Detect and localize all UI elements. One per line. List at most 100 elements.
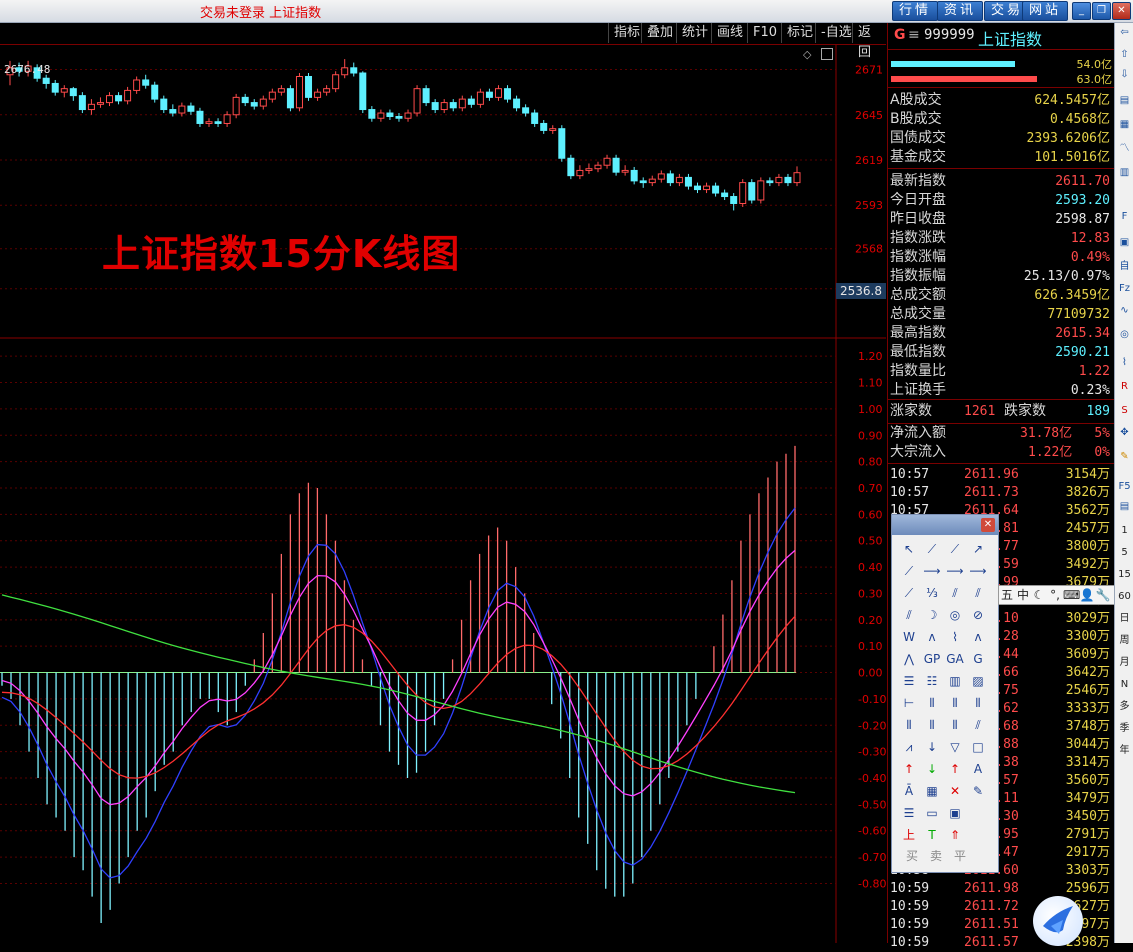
draw-tool-icon[interactable]: ⫴	[967, 693, 989, 713]
period-5[interactable]: 周	[1117, 633, 1132, 648]
draw-tool-icon[interactable]: ⩘	[898, 737, 920, 757]
draw-tool-icon[interactable]: GP	[921, 649, 943, 669]
period-2[interactable]: 15	[1117, 567, 1132, 582]
draw-tool-icon[interactable]: ⟶	[967, 561, 989, 581]
draw-tool-icon[interactable]: ⫴	[944, 693, 966, 713]
draw-tool-icon[interactable]: ☰	[898, 803, 920, 823]
chart-icon[interactable]: ▦	[1117, 117, 1132, 132]
tool-remove-favorite[interactable]: -自选	[815, 23, 857, 43]
draw-tool-icon[interactable]: ✕	[944, 781, 966, 801]
ime-punct-icon[interactable]: °,	[1047, 586, 1063, 604]
draw-tool-icon[interactable]: ⟋	[944, 539, 966, 559]
draw-tool-icon[interactable]: ⟋	[898, 561, 920, 581]
palette-flat-label[interactable]: 平	[954, 847, 966, 864]
draw-tool-icon[interactable]: ⫽	[967, 715, 989, 735]
draw-tool-icon[interactable]: ʌ	[921, 627, 943, 647]
draw-tool-icon[interactable]: ⟶	[944, 561, 966, 581]
restore-icon[interactable]: ❐	[1092, 2, 1111, 20]
period-1[interactable]: 5	[1117, 545, 1132, 560]
palette-titlebar[interactable]: ✕	[892, 515, 998, 535]
tool-f10[interactable]: F10	[747, 23, 782, 43]
rsi-icon[interactable]: R	[1117, 379, 1132, 394]
draw-tool-icon[interactable]: GA	[944, 649, 966, 669]
palette-sell-label[interactable]: 卖	[930, 847, 942, 864]
draw-tool-icon[interactable]: ✎	[967, 781, 989, 801]
draw-tool-icon[interactable]: ☷	[921, 671, 943, 691]
menu-button-news[interactable]: 资讯	[937, 1, 984, 21]
drawing-tools-palette[interactable]: ✕ ↖ ⟋ ⟋ ↗ ⟋ ⟶ ⟶ ⟶ ⟋ ⅓ ⫽ ⫽ ⫽ ☽ ◎ ⊘ Wʌ ⌇ ᴧ ⋀ GP GA G ☰ ☷ ▥ ▨ ⊢ ⫴ ⫴ ⫴ ⫴ ⫴ ⫴ ⫽…	[891, 514, 999, 873]
kline-icon[interactable]: ▥	[1117, 165, 1132, 180]
arrow-left-icon[interactable]: ⇦	[1117, 25, 1132, 40]
draw-tool-icon[interactable]: ↖	[898, 539, 920, 559]
draw-tool-icon[interactable]: ⫴	[921, 715, 943, 735]
draw-tool-icon[interactable]: ⫽	[898, 605, 920, 625]
assistant-bird-icon[interactable]	[1033, 896, 1083, 946]
draw-tool-icon[interactable]: ⇑	[944, 825, 966, 845]
wave-icon[interactable]: ∿	[1117, 303, 1132, 318]
palette-buy-label[interactable]: 买	[906, 847, 918, 864]
fz-icon[interactable]: Fz	[1117, 281, 1132, 296]
draw-tool-icon[interactable]: □	[967, 737, 989, 757]
draw-tool-icon[interactable]: ↑	[944, 759, 966, 779]
ime-keyboard-icon[interactable]: ⌨	[1063, 586, 1080, 604]
draw-tool-icon[interactable]: A	[967, 759, 989, 779]
draw-tool-icon[interactable]: ▨	[967, 671, 989, 691]
draw-tool-icon[interactable]: ▽	[944, 737, 966, 757]
kline-chart[interactable]: 2671 2645 2619 2593 2568 1.20 1.10 1.00 0.90 0.80…	[0, 45, 886, 943]
draw-tool-icon[interactable]: W	[898, 627, 920, 647]
draw-tool-icon[interactable]: ᴧ	[967, 627, 989, 647]
tool-mark[interactable]: 标记	[781, 23, 818, 43]
pencil-icon[interactable]: ✎	[1117, 449, 1132, 464]
trend-icon[interactable]: ⌇	[1117, 355, 1132, 370]
draw-tool-icon[interactable]: ⟶	[921, 561, 943, 581]
close-icon[interactable]: ✕	[1112, 2, 1131, 20]
tool-overlay[interactable]: 叠加	[641, 23, 678, 43]
period-0[interactable]: 1	[1117, 523, 1132, 538]
menu-icon[interactable]: ≡	[908, 27, 920, 43]
draw-tool-icon[interactable]: ⟋	[921, 539, 943, 559]
period-3[interactable]: 60	[1117, 589, 1132, 604]
f10-icon[interactable]: F	[1117, 209, 1132, 224]
tool-indicator[interactable]: 指标	[608, 23, 645, 43]
draw-tool-icon[interactable]: ⋀	[898, 649, 920, 669]
period-7[interactable]: N	[1117, 677, 1132, 692]
arrow-up-icon[interactable]: ⇧	[1117, 47, 1132, 62]
draw-tool-icon[interactable]: ⊢	[898, 693, 920, 713]
draw-tool-icon[interactable]: ◎	[944, 605, 966, 625]
s-icon[interactable]: S	[1117, 403, 1132, 418]
draw-tool-icon[interactable]: ☽	[921, 605, 943, 625]
list-icon[interactable]: ▤	[1117, 93, 1132, 108]
ime-user-icon[interactable]: 👤	[1079, 586, 1095, 604]
period-4[interactable]: 日	[1117, 611, 1132, 626]
draw-tool-icon[interactable]: ↓	[921, 737, 943, 757]
draw-tool-icon[interactable]: ⅓	[921, 583, 943, 603]
menu-button-website[interactable]: 网站	[1022, 1, 1069, 21]
draw-tool-icon[interactable]: ⌇	[944, 627, 966, 647]
draw-tool-icon[interactable]: ⫴	[898, 715, 920, 735]
ime-tool-icon[interactable]: 🔧	[1095, 586, 1111, 604]
menu-button-market[interactable]: 行情	[892, 1, 939, 21]
draw-tool-icon[interactable]: G	[967, 649, 989, 669]
search-icon[interactable]: ◎	[1117, 327, 1132, 342]
draw-tool-icon[interactable]: Ā	[898, 781, 920, 801]
draw-tool-icon[interactable]: ▥	[944, 671, 966, 691]
ime-toolbar[interactable]: 五中 ☾ °, ⌨👤🔧	[998, 585, 1133, 605]
tool-statistics[interactable]: 统计	[676, 23, 713, 43]
diamond-icon[interactable]: ◇	[803, 48, 811, 61]
draw-tool-icon[interactable]: ⫴	[944, 715, 966, 735]
ime-chinese-icon[interactable]: 中	[1015, 586, 1031, 604]
palette-close-icon[interactable]: ✕	[981, 518, 995, 532]
period-8[interactable]: 多	[1117, 699, 1132, 714]
doc-icon[interactable]: ▣	[1117, 235, 1132, 250]
ime-wubi-icon[interactable]: 五	[999, 586, 1015, 604]
draw-tool-icon[interactable]: 上	[898, 825, 920, 845]
tool-draw-line[interactable]: 画线	[711, 23, 748, 43]
news-icon[interactable]: 自	[1117, 259, 1132, 274]
draw-tool-icon[interactable]: ↓	[921, 759, 943, 779]
draw-tool-icon[interactable]: ⫴	[921, 693, 943, 713]
draw-tool-icon[interactable]: ↑	[898, 759, 920, 779]
period-10[interactable]: 年	[1117, 743, 1132, 758]
move-icon[interactable]: ✥	[1117, 425, 1132, 440]
period-9[interactable]: 季	[1117, 721, 1132, 736]
ime-moon-icon[interactable]: ☾	[1031, 586, 1047, 604]
